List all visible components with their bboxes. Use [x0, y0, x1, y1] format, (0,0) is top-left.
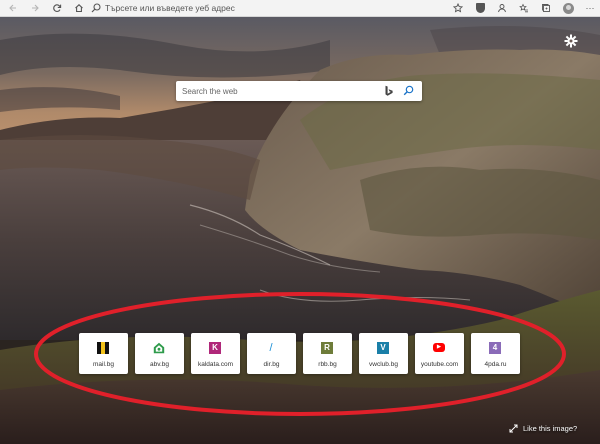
expand-arrows-icon: [509, 424, 518, 433]
quicklink-vwclub-bg[interactable]: V vwclub.bg: [359, 333, 408, 374]
quicklink-dir-bg[interactable]: / dir.bg: [247, 333, 296, 374]
rbb-bg-icon: R: [321, 342, 333, 354]
quicklink-mail-bg[interactable]: mail.bg: [79, 333, 128, 374]
kaldata-icon: K: [209, 342, 221, 354]
tile-label: youtube.com: [420, 361, 459, 368]
search-icon[interactable]: [403, 85, 414, 96]
mail-bg-icon: [97, 342, 109, 354]
dir-bg-icon: /: [269, 341, 273, 354]
youtube-icon: ▶: [433, 343, 445, 352]
tile-label: dir.bg: [263, 361, 280, 368]
quicklink-4pda[interactable]: 4 4pda.ru: [471, 333, 520, 374]
vwclub-bg-icon: V: [377, 342, 389, 354]
annotation-ellipse: [34, 292, 566, 416]
like-this-image-label: Like this image?: [523, 424, 578, 433]
abv-bg-icon: [153, 342, 165, 354]
tile-label: kaldata.com: [197, 361, 234, 368]
quicklink-kaldata[interactable]: K kaldata.com: [191, 333, 240, 374]
tile-label: rbb.bg: [318, 361, 337, 368]
quicklink-abv-bg[interactable]: abv.bg: [135, 333, 184, 374]
4pda-icon: 4: [489, 342, 501, 354]
like-this-image-button[interactable]: Like this image?: [509, 424, 577, 433]
tile-label: 4pda.ru: [484, 361, 507, 368]
gear-icon: [564, 34, 578, 48]
web-search-input[interactable]: [176, 82, 372, 100]
quicklink-rbb-bg[interactable]: R rbb.bg: [303, 333, 352, 374]
bing-icon[interactable]: [384, 85, 394, 97]
tile-label: vwclub.bg: [369, 361, 398, 368]
tile-label: mail.bg: [93, 361, 114, 368]
tile-label: abv.bg: [149, 361, 170, 368]
settings-button[interactable]: [564, 34, 578, 48]
quicklink-youtube[interactable]: ▶ youtube.com: [415, 333, 464, 374]
